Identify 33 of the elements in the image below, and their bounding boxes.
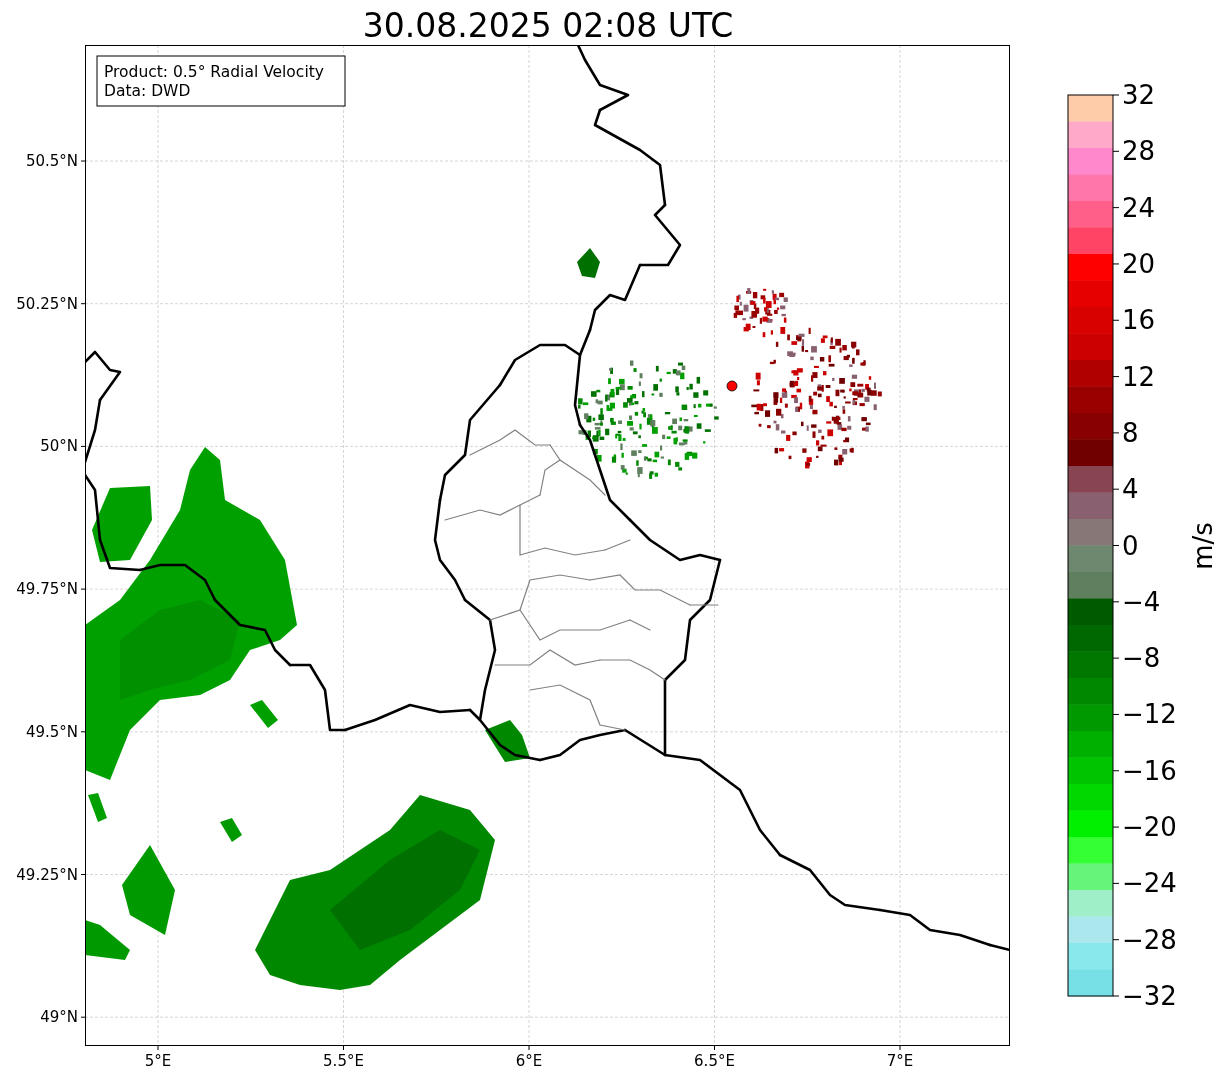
colorbar-tick-label: −28 [1122, 924, 1177, 955]
axis-tick-label: 7°E [886, 1052, 914, 1070]
colorbar-tick-label: −24 [1122, 868, 1177, 899]
colorbar-tick-label: −20 [1122, 812, 1177, 843]
axis-tick-label: 50.5°N [25, 152, 78, 170]
colorbar-tick-label: 32 [1122, 80, 1156, 110]
colorbar-tick-label: −12 [1122, 699, 1177, 730]
colorbar-tick-label: −8 [1122, 643, 1161, 674]
colorbar-tick-label: −32 [1122, 981, 1177, 1011]
axis-tick-label: 50°N [40, 437, 78, 456]
axis-tick-label: 50.25°N [16, 294, 78, 313]
colorbar-tick-label: 4 [1122, 474, 1139, 505]
colorbar-tick-label: 24 [1122, 192, 1156, 223]
axis-tick-label: 5°E [144, 1052, 172, 1070]
axis-tick-label: 49.5°N [25, 722, 78, 741]
colorbar-tick-label: 20 [1122, 248, 1156, 279]
colorbar-tick-label: 0 [1122, 530, 1139, 561]
axis-tick-label: 6°E [515, 1052, 543, 1070]
colorbar-tick-label: −16 [1122, 755, 1177, 786]
colorbar-tick-label: −4 [1122, 586, 1161, 617]
colorbar-tick-label: 12 [1122, 361, 1156, 392]
axis-tick-label: 5.5°E [323, 1052, 364, 1070]
plot-title: 30.08.2025 02:08 UTC [362, 6, 734, 45]
colorbar-tick-label: 8 [1122, 417, 1139, 448]
legend-text: Product: 0.5° Radial Velocity [104, 63, 324, 81]
axis-tick-label: 49.25°N [16, 865, 78, 884]
colorbar-label: m/s [1188, 522, 1218, 570]
axis-tick-label: 6.5°E [694, 1052, 735, 1070]
colorbar-tick-label: 16 [1122, 305, 1156, 336]
axis-tick-label: 49.75°N [16, 580, 78, 599]
axis-tick-label: 49°N [40, 1008, 78, 1027]
colorbar-tick-label: 28 [1122, 136, 1156, 167]
legend-text: Data: DWD [104, 82, 191, 100]
